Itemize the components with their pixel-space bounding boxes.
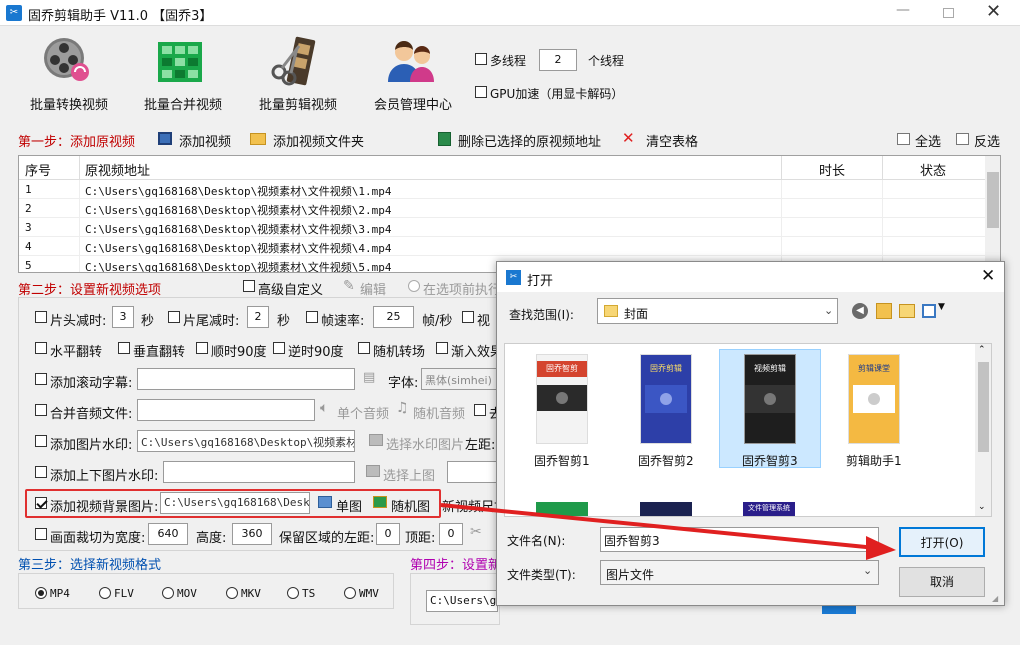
annotation-arrow — [440, 503, 896, 560]
